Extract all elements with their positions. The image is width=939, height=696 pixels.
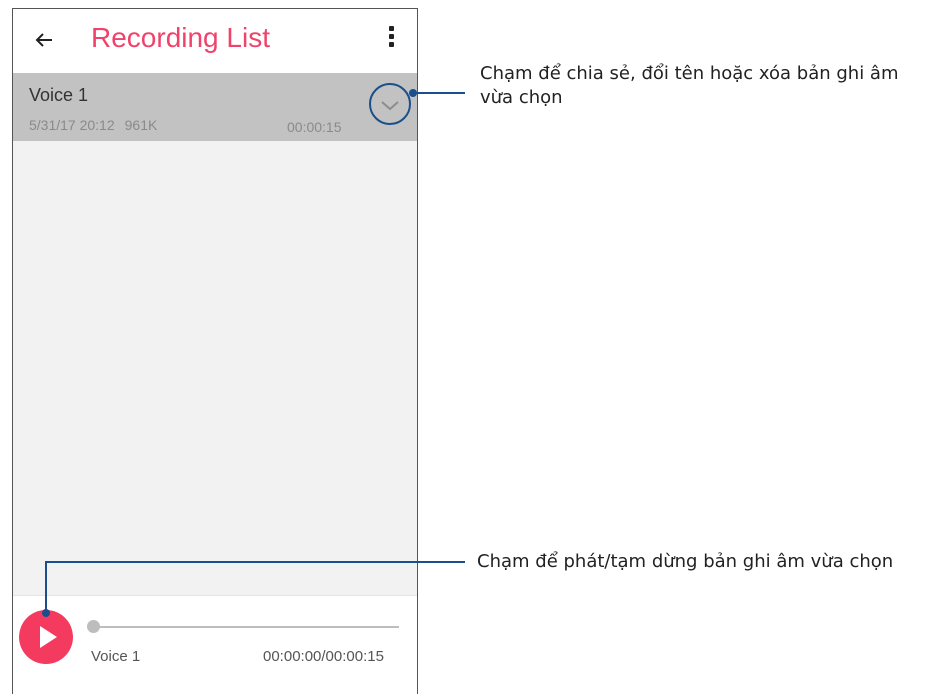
callout-expand-note: Chạm để chia sẻ, đổi tên hoặc xóa bản gh… [480, 63, 899, 108]
callout-play-note: Chạm để phát/tạm dừng bản ghi âm vừa chọ… [477, 551, 894, 572]
